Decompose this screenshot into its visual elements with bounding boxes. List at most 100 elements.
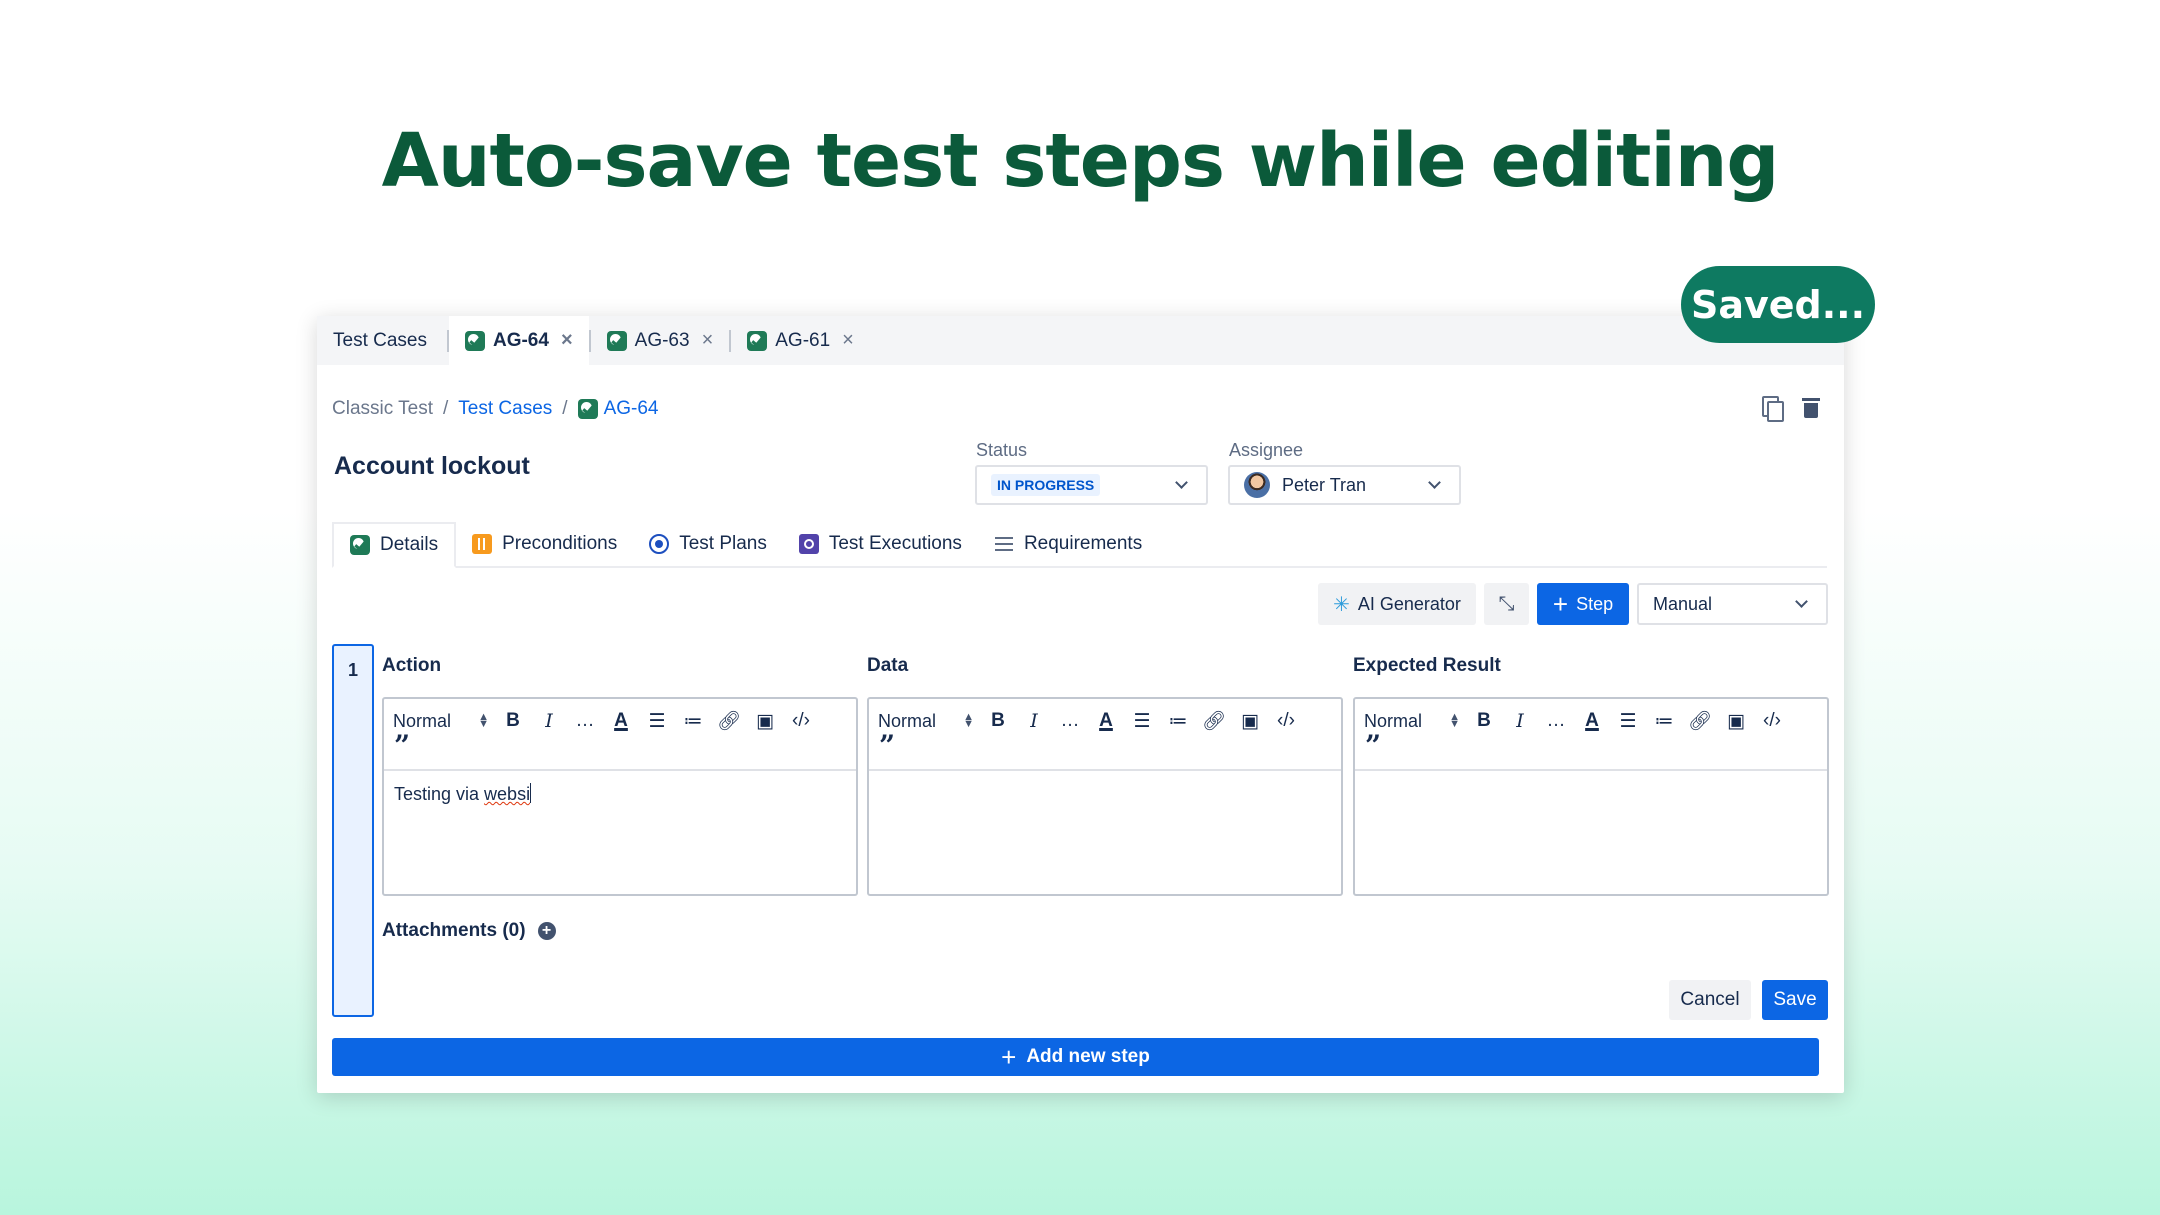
- mode-select[interactable]: Manual: [1637, 583, 1828, 625]
- action-content[interactable]: Testing via websi: [384, 771, 856, 817]
- tab-ag-63[interactable]: AG-63 ×: [591, 316, 730, 365]
- image-icon[interactable]: ▣: [1718, 710, 1754, 733]
- expected-content[interactable]: [1355, 771, 1827, 795]
- collapse-button[interactable]: ⤡: [1484, 583, 1529, 625]
- page-title: Account lockout: [334, 452, 530, 480]
- saved-status-pill: Saved...: [1681, 266, 1875, 343]
- assignee-select[interactable]: Peter Tran: [1228, 465, 1461, 505]
- status-select[interactable]: IN PROGRESS: [975, 465, 1208, 505]
- image-icon[interactable]: ▣: [1232, 710, 1268, 733]
- bold-icon[interactable]: B: [495, 710, 531, 732]
- tab-label: Test Cases: [333, 329, 427, 351]
- save-button[interactable]: Save: [1762, 980, 1828, 1020]
- copy-icon[interactable]: [1760, 394, 1784, 422]
- cancel-button[interactable]: Cancel: [1669, 980, 1751, 1020]
- bold-icon[interactable]: B: [1466, 710, 1502, 732]
- chevron-down-icon: [1175, 476, 1188, 489]
- collapse-icon: ⤡: [1498, 592, 1515, 615]
- app-window: Test Cases AG-64 × AG-63 × AG-61 × Class…: [317, 316, 1844, 1093]
- plus-icon: +: [1001, 1042, 1017, 1072]
- plus-icon: +: [1552, 589, 1569, 619]
- ai-generator-button[interactable]: ✳ AI Generator: [1318, 583, 1476, 625]
- data-content[interactable]: [869, 771, 1341, 795]
- avatar: [1244, 472, 1270, 498]
- sparkle-icon: ✳: [1333, 593, 1350, 616]
- test-case-icon: [606, 330, 627, 351]
- italic-icon[interactable]: I: [531, 710, 567, 732]
- action-text-misspelled: websi: [484, 784, 531, 804]
- tab-requirements[interactable]: Requirements: [978, 522, 1158, 566]
- tab-test-cases[interactable]: Test Cases: [317, 316, 447, 365]
- tab-ag-61[interactable]: AG-61 ×: [731, 316, 870, 365]
- updown-icon: ▲ ▼: [478, 711, 489, 730]
- updown-icon: ▲ ▼: [1449, 711, 1460, 730]
- tab-details[interactable]: Details: [332, 522, 457, 568]
- numbered-list-icon[interactable]: ≔: [675, 710, 711, 733]
- breadcrumb-root[interactable]: Classic Test: [332, 398, 433, 420]
- bold-icon[interactable]: B: [980, 710, 1016, 732]
- numbered-list-icon[interactable]: ≔: [1160, 710, 1196, 733]
- tab-label: Preconditions: [502, 533, 618, 554]
- chevron-down-icon: [1428, 476, 1441, 489]
- add-attachment-icon[interactable]: +: [537, 922, 556, 940]
- expected-result-editor[interactable]: Normal ▲ ▼ B I … A ☰ ≔ 🔗︎ ▣ ‹/› ”: [1353, 697, 1829, 896]
- italic-icon[interactable]: I: [1502, 710, 1538, 732]
- step-number[interactable]: 1: [332, 644, 374, 1017]
- attachments-label: Attachments (0): [382, 920, 526, 941]
- breadcrumb-parent[interactable]: Test Cases: [458, 398, 552, 420]
- quote-icon[interactable]: ”: [393, 732, 848, 761]
- more-icon[interactable]: …: [1538, 710, 1574, 732]
- assignee-label: Assignee: [1229, 440, 1304, 460]
- steps-toolbar: ✳ AI Generator ⤡ + Step Manual: [1318, 583, 1828, 625]
- text-color-icon[interactable]: A: [1574, 710, 1610, 732]
- detail-tabs: Details Preconditions Test Plans Test Ex…: [332, 522, 1827, 568]
- tab-label: AG-61: [775, 329, 831, 351]
- more-icon[interactable]: …: [567, 710, 603, 732]
- link-icon[interactable]: 🔗︎: [711, 709, 747, 733]
- tab-ag-64[interactable]: AG-64 ×: [448, 316, 589, 365]
- tab-test-executions[interactable]: Test Executions: [783, 522, 978, 566]
- text-color-icon[interactable]: A: [1088, 710, 1124, 732]
- test-plan-icon: [649, 534, 670, 554]
- tab-test-plans[interactable]: Test Plans: [633, 522, 783, 566]
- data-editor[interactable]: Normal ▲ ▼ B I … A ☰ ≔ 🔗︎ ▣ ‹/› ”: [867, 697, 1343, 896]
- code-icon[interactable]: ‹/›: [783, 710, 819, 732]
- chevron-down-icon: [1795, 595, 1808, 608]
- test-execution-icon: [798, 534, 819, 554]
- requirements-icon: [994, 534, 1014, 554]
- editor-toolbar: Normal ▲ ▼ B I … A ☰ ≔ 🔗︎ ▣ ‹/› ”: [384, 699, 856, 771]
- link-icon[interactable]: 🔗︎: [1682, 709, 1718, 733]
- quote-icon[interactable]: ”: [878, 732, 1333, 761]
- close-icon[interactable]: ×: [702, 329, 714, 352]
- code-icon[interactable]: ‹/›: [1754, 710, 1790, 732]
- close-icon[interactable]: ×: [842, 329, 854, 352]
- more-icon[interactable]: …: [1052, 710, 1088, 732]
- text-color-icon[interactable]: A: [603, 710, 639, 732]
- bullet-list-icon[interactable]: ☰: [1124, 710, 1160, 733]
- action-editor[interactable]: Normal ▲ ▼ B I … A ☰ ≔ 🔗︎ ▣ ‹/› ” Testing…: [382, 697, 858, 896]
- link-icon[interactable]: 🔗︎: [1196, 709, 1232, 733]
- quote-icon[interactable]: ”: [1364, 732, 1819, 761]
- breadcrumb-separator: /: [443, 398, 449, 419]
- tab-preconditions[interactable]: Preconditions: [456, 522, 633, 566]
- action-text: Testing via: [394, 784, 485, 804]
- bullet-list-icon[interactable]: ☰: [1610, 710, 1646, 733]
- add-step-button[interactable]: + Step: [1537, 583, 1629, 625]
- code-icon[interactable]: ‹/›: [1268, 710, 1304, 732]
- add-new-step-button[interactable]: + Add new step: [332, 1038, 1819, 1076]
- numbered-list-icon[interactable]: ≔: [1646, 710, 1682, 733]
- breadcrumb-current[interactable]: AG-64: [577, 398, 658, 420]
- image-icon[interactable]: ▣: [747, 710, 783, 733]
- tab-label: Test Plans: [679, 533, 767, 554]
- data-column-label: Data: [867, 655, 909, 676]
- close-icon[interactable]: ×: [561, 329, 573, 352]
- italic-icon[interactable]: I: [1016, 710, 1052, 732]
- add-new-step-label: Add new step: [1026, 1046, 1150, 1067]
- window-tab-bar: Test Cases AG-64 × AG-63 × AG-61 ×: [317, 316, 1844, 365]
- trash-icon[interactable]: [1800, 394, 1822, 420]
- mode-value: Manual: [1653, 593, 1713, 614]
- tab-label: AG-64: [492, 329, 549, 351]
- hero-title: Auto-save test steps while editing: [381, 118, 1780, 204]
- breadcrumb: Classic Test / Test Cases / AG-64: [332, 398, 658, 420]
- bullet-list-icon[interactable]: ☰: [639, 710, 675, 733]
